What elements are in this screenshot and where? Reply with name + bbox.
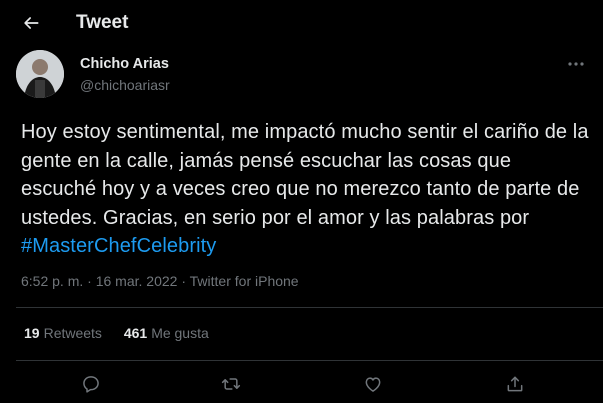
tweet-meta: 6:52 p. m. · 16 mar. 2022 · Twitter for …	[21, 273, 299, 289]
more-horizontal-icon	[568, 62, 584, 66]
tweet-stats: 19 Retweets 461 Me gusta	[24, 325, 227, 341]
meta-separator: ·	[83, 273, 96, 289]
retweets-label: Retweets	[43, 325, 102, 341]
divider	[16, 360, 603, 361]
likes-stat[interactable]: 461 Me gusta	[124, 325, 209, 341]
hashtag-link[interactable]: #MasterChefCelebrity	[21, 235, 216, 257]
retweet-button[interactable]	[216, 370, 246, 398]
author-name[interactable]: Chicho Arias	[80, 56, 169, 72]
reply-button[interactable]	[76, 370, 106, 398]
retweets-stat[interactable]: 19 Retweets	[24, 325, 102, 341]
arrow-left-icon	[24, 17, 39, 29]
tweet-source[interactable]: Twitter for iPhone	[190, 273, 299, 289]
page-title: Tweet	[76, 12, 129, 33]
profile-photo-icon	[16, 50, 64, 98]
author-handle[interactable]: @chichoariasr	[80, 77, 170, 93]
tweet-header: Tweet	[0, 0, 603, 46]
meta-separator: ·	[177, 273, 190, 289]
heart-icon	[365, 377, 381, 392]
share-button[interactable]	[500, 370, 530, 398]
more-options-button[interactable]	[564, 56, 588, 72]
tweet-date[interactable]: 16 mar. 2022	[96, 273, 178, 289]
like-button[interactable]	[358, 370, 388, 398]
tweet-actions	[0, 370, 603, 400]
likes-count: 461	[123, 325, 148, 341]
reply-icon	[83, 376, 99, 393]
likes-label: Me gusta	[151, 325, 209, 341]
tweet-body: Hoy estoy sentimental, me impactó mucho …	[21, 121, 589, 229]
tweet-time[interactable]: 6:52 p. m.	[21, 273, 83, 289]
retweets-count: 19	[24, 325, 40, 341]
divider	[16, 307, 603, 308]
back-button[interactable]	[18, 11, 44, 35]
retweet-icon	[221, 378, 241, 390]
share-icon	[507, 376, 523, 392]
tweet-text: Hoy estoy sentimental, me impactó mucho …	[21, 118, 591, 261]
avatar[interactable]	[16, 50, 64, 98]
